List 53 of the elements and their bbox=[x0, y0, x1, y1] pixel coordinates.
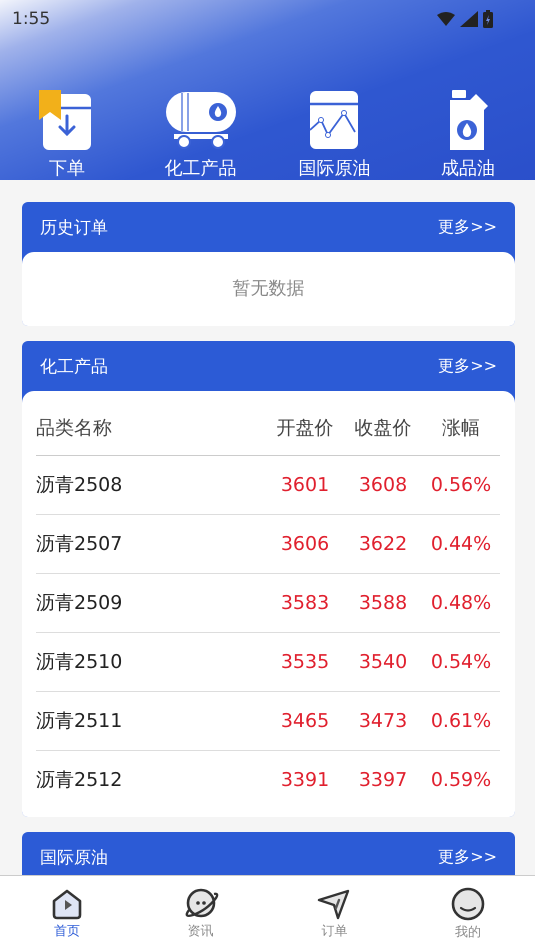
table-cell-text: 0.59% bbox=[430, 769, 492, 791]
more-link[interactable]: 更多>> bbox=[438, 356, 497, 376]
column-header: 品类名称 bbox=[36, 416, 113, 441]
shortcut-button[interactable]: 下单 bbox=[0, 68, 134, 190]
more-link[interactable]: 更多>> bbox=[438, 846, 497, 868]
shortcut-button[interactable]: 化工产品 bbox=[134, 68, 268, 190]
empty-message: 暂无数据 bbox=[232, 277, 306, 301]
column-header: 涨幅 bbox=[441, 416, 481, 441]
status-time: 1:55 bbox=[12, 9, 50, 29]
table-cell-text: 沥青2510 bbox=[36, 650, 124, 675]
table-cell-text: 3583 bbox=[280, 592, 330, 614]
wifi-icon bbox=[437, 12, 455, 26]
table-cell-text: 3588 bbox=[358, 592, 408, 614]
table-cell-text: 3601 bbox=[280, 474, 330, 496]
table-cell-text: 0.61% bbox=[430, 710, 492, 732]
table-cell-text: 3473 bbox=[358, 710, 408, 732]
table-cell-text: 沥青2509 bbox=[36, 591, 124, 616]
table-cell-text: 3540 bbox=[358, 651, 408, 673]
table-cell-text: 沥青2511 bbox=[36, 709, 124, 734]
table-cell-text: 3535 bbox=[280, 651, 330, 673]
nav-tab[interactable]: 资讯 bbox=[134, 876, 268, 951]
table-cell-text: 沥青2512 bbox=[36, 768, 124, 793]
table-cell-text: 3391 bbox=[280, 769, 330, 791]
table-cell-text: 3608 bbox=[358, 474, 408, 496]
home-icon bbox=[50, 888, 84, 920]
column-header: 收盘价 bbox=[354, 416, 412, 441]
table-cell-text: 3465 bbox=[280, 710, 330, 732]
more-link[interactable]: 更多>> bbox=[438, 216, 497, 238]
paper-plane-icon bbox=[317, 888, 352, 920]
planet-icon bbox=[182, 888, 219, 920]
table-cell-text: 0.48% bbox=[430, 592, 492, 614]
table-cell-text: 0.44% bbox=[430, 533, 492, 555]
nav-tab[interactable]: 订单 bbox=[268, 876, 402, 951]
shortcut-button[interactable]: 成品油 bbox=[401, 68, 535, 190]
section-title: 化工产品 bbox=[40, 356, 108, 378]
smiley-icon bbox=[451, 886, 486, 920]
signal-icon bbox=[460, 11, 478, 27]
tanker-icon bbox=[164, 90, 238, 150]
shortcut-button[interactable]: 国际原油 bbox=[268, 68, 402, 190]
section-title: 历史订单 bbox=[40, 216, 108, 238]
column-header: 开盘价 bbox=[276, 416, 334, 441]
section-title: 国际原油 bbox=[40, 846, 108, 868]
table-cell-text: 0.56% bbox=[430, 474, 492, 496]
table-cell-text: 3622 bbox=[358, 533, 408, 555]
nav-tab[interactable]: 首页 bbox=[0, 876, 134, 951]
table-cell-text: 3606 bbox=[280, 533, 330, 555]
table-cell-text: 3397 bbox=[358, 769, 408, 791]
chart-card-icon bbox=[309, 90, 360, 150]
battery-icon bbox=[483, 10, 493, 28]
table-cell-text: 沥青2508 bbox=[36, 473, 124, 498]
table-cell-text: 沥青2507 bbox=[36, 532, 124, 557]
nav-tab[interactable]: 我的 bbox=[401, 876, 535, 951]
table-cell-text: 0.54% bbox=[430, 651, 492, 673]
